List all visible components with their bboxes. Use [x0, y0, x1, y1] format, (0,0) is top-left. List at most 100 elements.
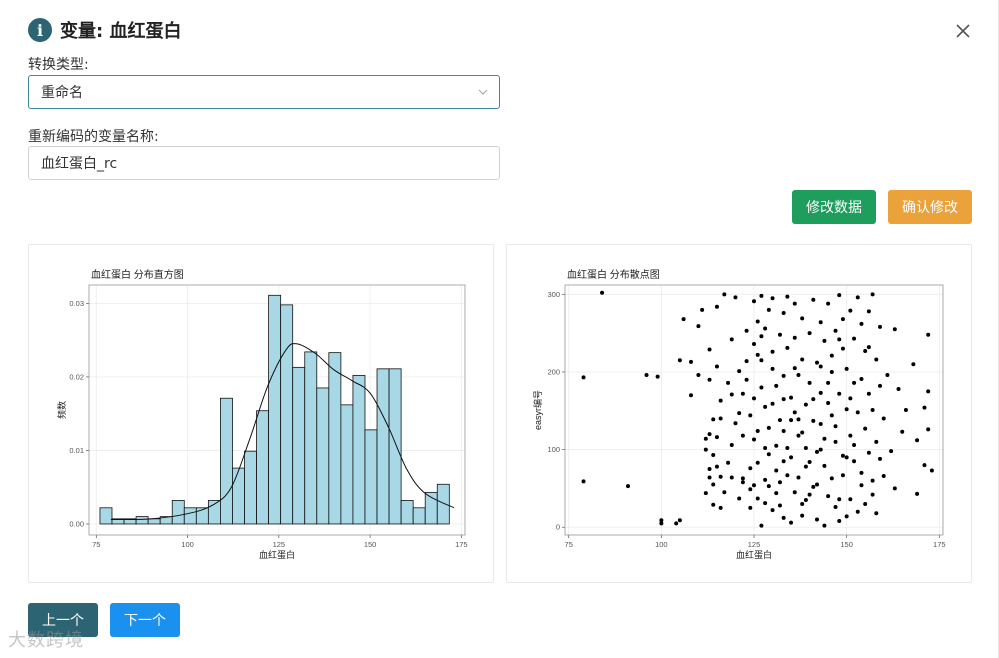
- scatter-point: [859, 483, 864, 488]
- close-icon[interactable]: [952, 20, 974, 42]
- scatter-point: [866, 450, 871, 455]
- histogram-bar: [232, 467, 245, 525]
- scatter-chart: 血红蛋白 分布散点图 75 100 125 150 175 0 100 200 300 血红蛋白 ea…: [532, 268, 946, 560]
- scatter-point: [740, 391, 745, 396]
- scatter-point: [766, 307, 771, 312]
- scatter-point: [707, 432, 712, 437]
- scatter-point: [837, 391, 842, 396]
- scatter-point: [707, 347, 712, 352]
- scatter-point: [655, 374, 660, 379]
- scatter-point: [859, 376, 864, 381]
- scatter-point: [911, 362, 916, 367]
- new-name-input[interactable]: [28, 146, 500, 180]
- scatter-point: [815, 360, 819, 365]
- scatter-point: [874, 357, 879, 362]
- scatter-point: [811, 484, 816, 489]
- scatter-panel: 血红蛋白 分布散点图 75 100 125 150 175 0 100 200 300 血红蛋白 ea…: [506, 244, 972, 583]
- scatter-point: [714, 464, 719, 469]
- watermark: 大数跨境: [8, 630, 84, 651]
- convert-type-select[interactable]: 重命名: [28, 75, 500, 109]
- scatter-point: [803, 446, 808, 451]
- scatter-point: [915, 491, 920, 496]
- scatter-point: [822, 523, 827, 528]
- scatter-point: [855, 295, 860, 300]
- scatter-point: [837, 497, 842, 502]
- histogram-bar: [412, 507, 426, 525]
- scatter-point: [770, 349, 775, 354]
- scatter-point: [755, 319, 760, 324]
- scatter-point: [807, 380, 812, 385]
- x-tick-label: 75: [92, 540, 100, 549]
- chart-title: 血红蛋白 分布直方图: [91, 268, 184, 281]
- scatter-point: [763, 501, 768, 506]
- scatter-point: [703, 447, 708, 452]
- scatter-point: [707, 475, 712, 480]
- histogram-bar: [376, 368, 390, 525]
- scatter-point: [840, 317, 845, 322]
- scatter-point: [892, 327, 897, 332]
- histogram-chart: 血红蛋白 分布直方图 75 100 125 150 175 0.00 0.01 0.02 0.03…: [56, 268, 468, 560]
- scatter-point: [815, 449, 819, 454]
- scatter-point: [752, 299, 756, 304]
- scatter-point: [744, 328, 749, 333]
- histogram-bar: [292, 366, 306, 525]
- scatter-point: [874, 439, 879, 444]
- scatter-point: [789, 395, 794, 400]
- scatter-point: [674, 521, 679, 526]
- scatter-point: [796, 417, 801, 422]
- scatter-point: [833, 424, 838, 429]
- scatter-point: [837, 519, 842, 524]
- scatter-point: [848, 396, 853, 401]
- scatter-point: [870, 478, 875, 483]
- next-button[interactable]: 下一个: [110, 603, 180, 637]
- scatter-point: [744, 377, 749, 382]
- scatter-point: [874, 511, 879, 516]
- scatter-point: [718, 398, 723, 403]
- scatter-point: [781, 397, 786, 402]
- scatter-point: [781, 428, 786, 433]
- dialog-title: 变量: 血红蛋白: [60, 21, 182, 42]
- scatter-point: [818, 421, 823, 426]
- scatter-point: [755, 428, 760, 433]
- scatter-point: [759, 293, 764, 298]
- histogram-bar: [183, 507, 197, 525]
- scatter-point: [722, 490, 727, 495]
- scatter-point: [826, 380, 831, 385]
- scatter-point: [844, 366, 849, 371]
- scatter-point: [822, 338, 827, 343]
- scatter-point: [800, 316, 805, 321]
- scatter-point: [811, 397, 816, 402]
- scatter-point: [644, 373, 649, 378]
- scatter-point: [833, 505, 838, 510]
- y-tick-label: 200: [547, 367, 560, 376]
- scatter-point: [792, 301, 797, 306]
- scatter-point: [740, 480, 745, 485]
- y-tick-label: 0.00: [69, 519, 84, 528]
- scatter-point: [844, 407, 849, 412]
- scatter-point: [840, 346, 845, 351]
- scatter-point: [818, 447, 823, 452]
- scatter-point: [826, 301, 831, 306]
- scatter-point: [792, 335, 797, 340]
- scatter-point: [803, 498, 808, 503]
- scatter-point: [777, 503, 782, 508]
- scatter-point: [763, 446, 768, 451]
- dialog-header: i 变量: 血红蛋白: [28, 16, 181, 44]
- scatter-point: [600, 290, 605, 295]
- scatter-point: [829, 353, 834, 358]
- histogram-bar: [388, 368, 402, 525]
- modify-data-button[interactable]: 修改数据: [792, 190, 876, 224]
- scatter-point: [770, 296, 775, 301]
- scatter-point: [833, 328, 838, 333]
- scatter-point: [774, 443, 779, 448]
- histogram-bar: [280, 304, 294, 525]
- scatter-point: [796, 373, 801, 378]
- scatter-point: [759, 523, 764, 528]
- x-axis-label: 血红蛋白: [259, 549, 295, 560]
- scatter-point: [770, 401, 775, 406]
- scatter-point: [763, 326, 768, 331]
- scatter-point: [792, 490, 797, 495]
- confirm-modify-button[interactable]: 确认修改: [888, 190, 972, 224]
- scatter-point: [766, 425, 771, 430]
- scatter-point: [759, 334, 764, 339]
